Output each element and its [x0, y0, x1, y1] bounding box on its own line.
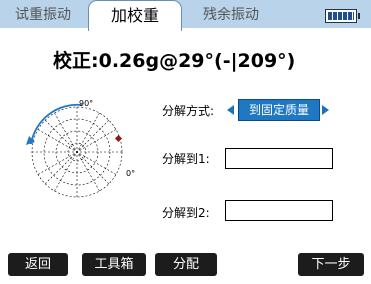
decompose-to-1-label: 分解到1: — [162, 152, 210, 166]
tab-add-correction-weight[interactable]: 加校重 — [88, 0, 182, 31]
next-step-button[interactable]: 下一步 — [298, 253, 364, 276]
tab-trial-vibration[interactable]: 试重振动 — [3, 4, 83, 26]
balancing-screen: 试重振动 加校重 残余振动 校正:0.26g@29°(-|209°) 90° 0… — [0, 0, 371, 284]
rotation-arc — [30, 103, 83, 145]
decompose-method-label: 分解方式: — [162, 104, 215, 118]
previous-option-icon[interactable] — [227, 105, 234, 115]
tab-residual-vibration[interactable]: 残余振动 — [185, 4, 277, 26]
next-option-icon[interactable] — [322, 105, 329, 115]
polar-label-90: 90° — [79, 99, 93, 108]
polar-plot: 90° 0° — [26, 99, 135, 198]
toolbox-button[interactable]: 工具箱 — [82, 253, 146, 276]
decompose-to-1-field[interactable] — [225, 148, 333, 169]
allocate-button[interactable]: 分配 — [155, 253, 217, 276]
decompose-to-2-field[interactable] — [225, 200, 333, 221]
tab-bar: 试重振动 加校重 残余振动 — [0, 0, 371, 31]
back-button[interactable]: 返回 — [8, 253, 68, 276]
battery-icon — [325, 9, 360, 23]
decompose-method-value[interactable]: 到固定质量 — [238, 99, 320, 121]
correction-readout: 校正:0.26g@29°(-|209°) — [53, 50, 296, 72]
decompose-to-2-label: 分解到2: — [162, 206, 210, 220]
polar-label-0: 0° — [126, 169, 135, 178]
correction-weight-marker — [114, 134, 123, 143]
